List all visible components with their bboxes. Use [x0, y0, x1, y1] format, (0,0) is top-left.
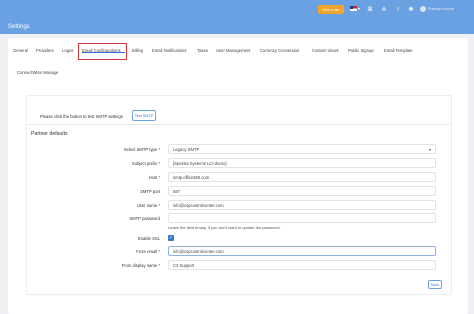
bell-icon[interactable]: ♪ — [394, 5, 402, 13]
tab-email-notifications[interactable]: Email Notifications — [152, 48, 186, 53]
save-button[interactable]: Save — [428, 280, 442, 289]
user-name[interactable]: Prashap Kuumar — [428, 7, 454, 11]
user-name-value: info@cspcontrolcenter.com — [173, 202, 224, 208]
host-label: Host * — [148, 175, 160, 180]
smtp-port-field[interactable]: 587 — [168, 186, 436, 196]
section-title: Partner defaults — [31, 131, 68, 137]
smtp-password-label: SMTP password — [129, 216, 160, 221]
host-field[interactable]: smtp.office365.com — [168, 172, 436, 182]
tab-connectwise-manage[interactable]: ConnectWise Manage — [17, 70, 58, 75]
from-display-name-value: C3 Support — [173, 262, 195, 268]
tab-taxes[interactable]: Taxes — [197, 48, 208, 53]
smtp-port-label: SMTP port — [140, 189, 160, 194]
smtp-test-instruction: Please click the button to test SMTP set… — [40, 114, 123, 119]
smtp-port-value: 587 — [173, 188, 180, 194]
theme-toggle-icon[interactable]: ✺ — [407, 5, 415, 13]
tab-general[interactable]: General — [13, 48, 28, 53]
subject-prefix-value: [Spektra Systems LCI-demo] — [173, 160, 227, 166]
smtp-type-value: Legacy SMTP — [173, 146, 200, 152]
enable-ssl-label: Enable SSL — [137, 236, 160, 241]
from-display-name-field[interactable]: C3 Support — [168, 260, 436, 270]
tab-currency-conversion[interactable]: Currency Conversion — [260, 48, 299, 53]
us-flag-icon[interactable] — [350, 6, 357, 11]
take-tour-button[interactable]: Take a tour — [318, 5, 344, 14]
password-hint: Leave the field empty, if you don't want… — [168, 225, 281, 230]
from-email-label: From email * — [136, 249, 160, 254]
tab-billing[interactable]: Billing — [132, 48, 143, 53]
chevron-down-icon[interactable]: ▾ — [358, 6, 360, 11]
network-icon[interactable]: ⋔ — [380, 5, 388, 13]
test-smtp-button[interactable]: Test SMTP — [132, 110, 156, 121]
enable-ssl-checkbox[interactable]: ✓ — [168, 235, 174, 241]
smtp-type-label: Select SMTP type * — [123, 147, 160, 152]
tab-public-signup[interactable]: Public Signup — [348, 48, 374, 53]
tab-custom-views[interactable]: Custom Views — [312, 48, 339, 53]
user-name-label: User name * — [136, 203, 160, 208]
tab-providers[interactable]: Providers — [36, 48, 54, 53]
tab-email-template[interactable]: Email Template — [384, 48, 413, 53]
from-email-value: info@cspcontrolcenter.com — [173, 248, 224, 254]
tab-logos[interactable]: Logos — [62, 48, 73, 53]
subject-prefix-field[interactable]: [Spektra Systems LCI-demo] — [168, 158, 436, 168]
subject-prefix-label: Subject prefix * — [131, 161, 160, 166]
smtp-password-field[interactable] — [168, 213, 436, 223]
divider — [26, 124, 452, 125]
chevron-down-icon: ▾ — [428, 147, 431, 152]
from-email-field[interactable]: info@cspcontrolcenter.com — [168, 246, 436, 256]
smtp-type-select[interactable]: Legacy SMTP ▾ — [168, 144, 436, 154]
avatar[interactable] — [420, 6, 426, 12]
user-name-field[interactable]: info@cspcontrolcenter.com — [168, 200, 436, 210]
top-bar — [0, 0, 474, 34]
page-title: Settings — [8, 24, 30, 30]
tab-user-management[interactable]: User Management — [216, 48, 250, 53]
active-tab-underline — [82, 52, 125, 53]
host-value: smtp.office365.com — [173, 174, 210, 180]
from-display-name-label: From display name * — [121, 263, 160, 268]
sitemap-icon[interactable]: ⌘ — [366, 5, 374, 13]
